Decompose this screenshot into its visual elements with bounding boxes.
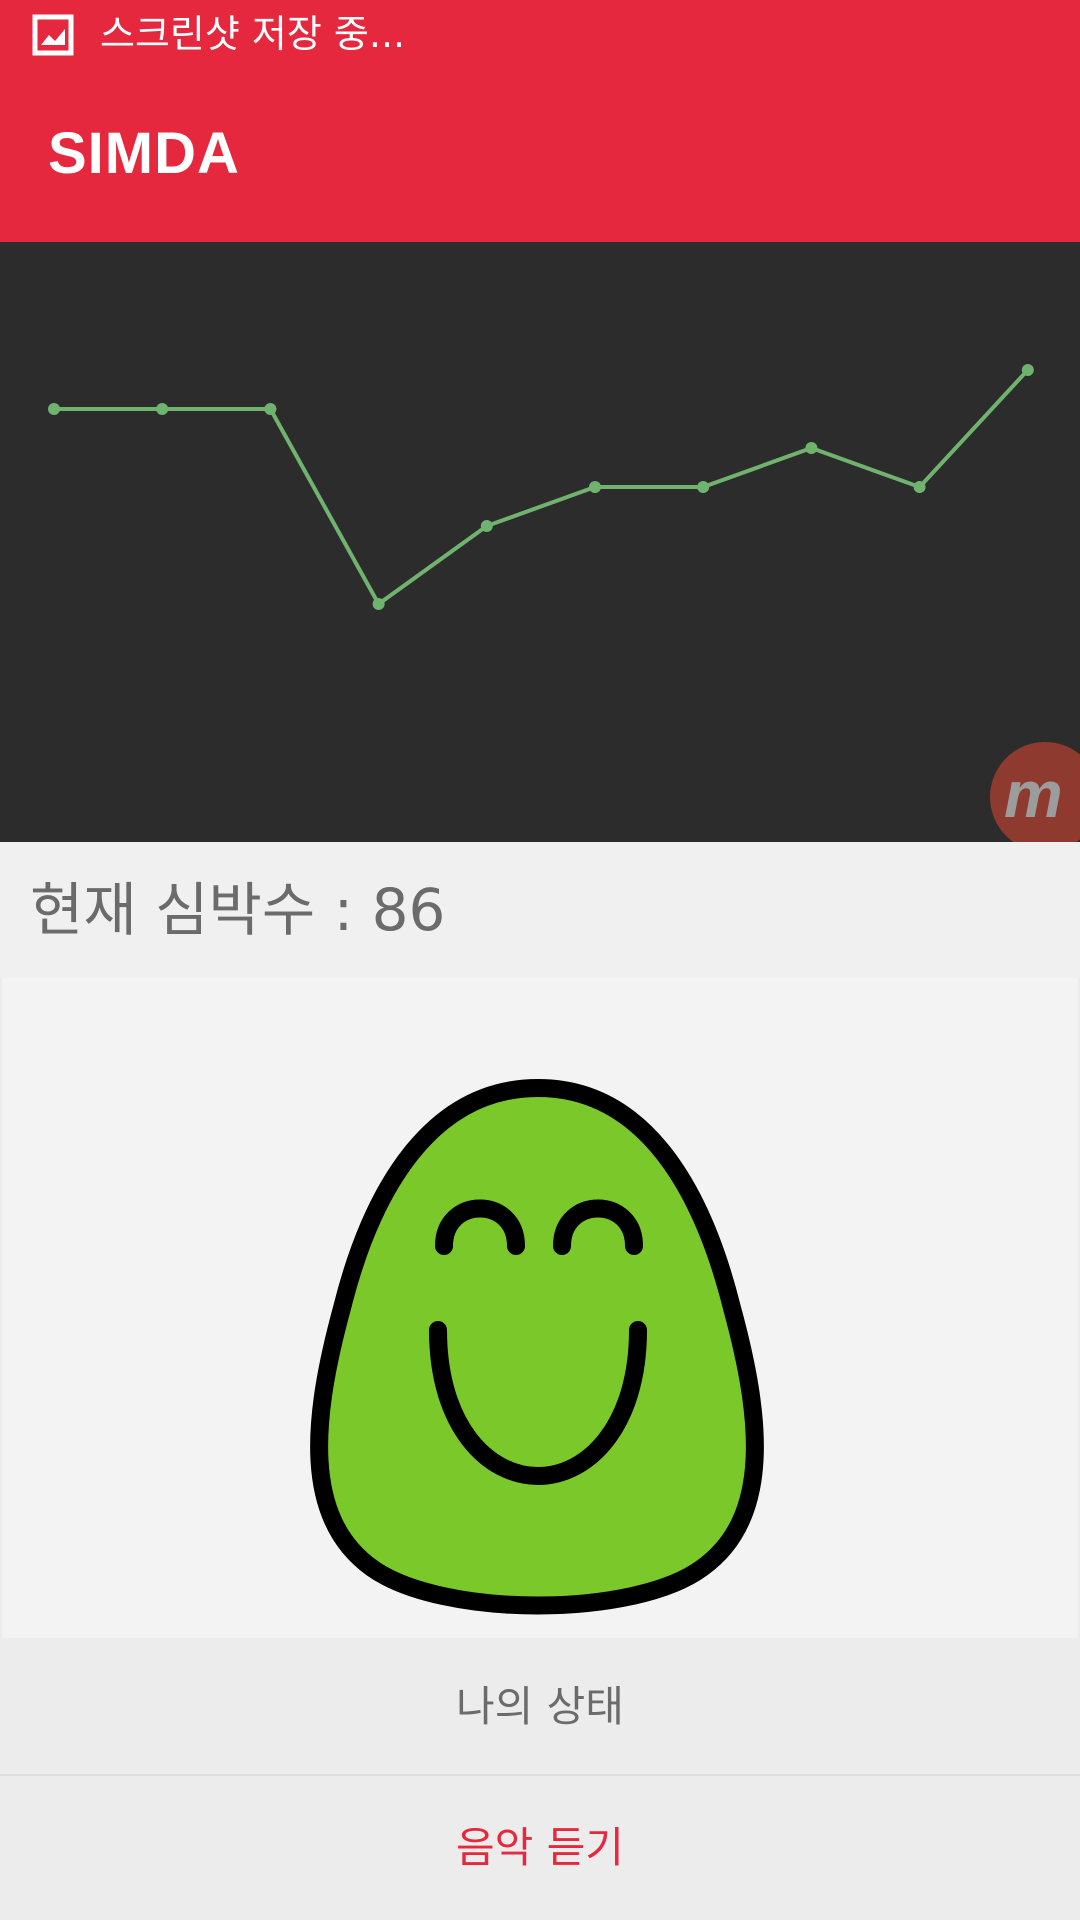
status-text: 스크린샷 저장 중... (100, 12, 406, 56)
data-point-9 (1021, 364, 1034, 376)
status-bar: 스크린샷 저장 중... (0, 0, 1080, 72)
data-point-8 (913, 481, 926, 493)
data-point-4 (480, 520, 493, 532)
data-point-7 (805, 442, 818, 454)
image-icon (32, 14, 74, 56)
mood-panel (2, 978, 1078, 1638)
heart-rate-chart: m (0, 242, 1080, 852)
data-point-3 (372, 598, 385, 610)
data-point-0 (48, 403, 60, 415)
listen-music-button[interactable]: 음악 듣기 (0, 1776, 1080, 1920)
heart-rate-section: 현재 심박수 : 86 (0, 842, 1080, 978)
data-point-6 (697, 481, 710, 493)
chart-svg (48, 364, 1034, 610)
data-point-5 (589, 481, 601, 493)
smiling-face-icon (310, 1078, 764, 1615)
m-logo-icon: m (1004, 757, 1063, 831)
my-status-button[interactable]: 나의 상태 (0, 1640, 1080, 1776)
app-bar: SIMDA (0, 72, 1080, 242)
chart-points (48, 364, 1034, 610)
data-point-1 (156, 403, 169, 415)
heart-rate-text: 현재 심박수 : 86 (30, 876, 446, 944)
app-title: SIMDA (48, 121, 240, 186)
data-point-2 (264, 403, 277, 415)
series-line (54, 368, 1030, 606)
